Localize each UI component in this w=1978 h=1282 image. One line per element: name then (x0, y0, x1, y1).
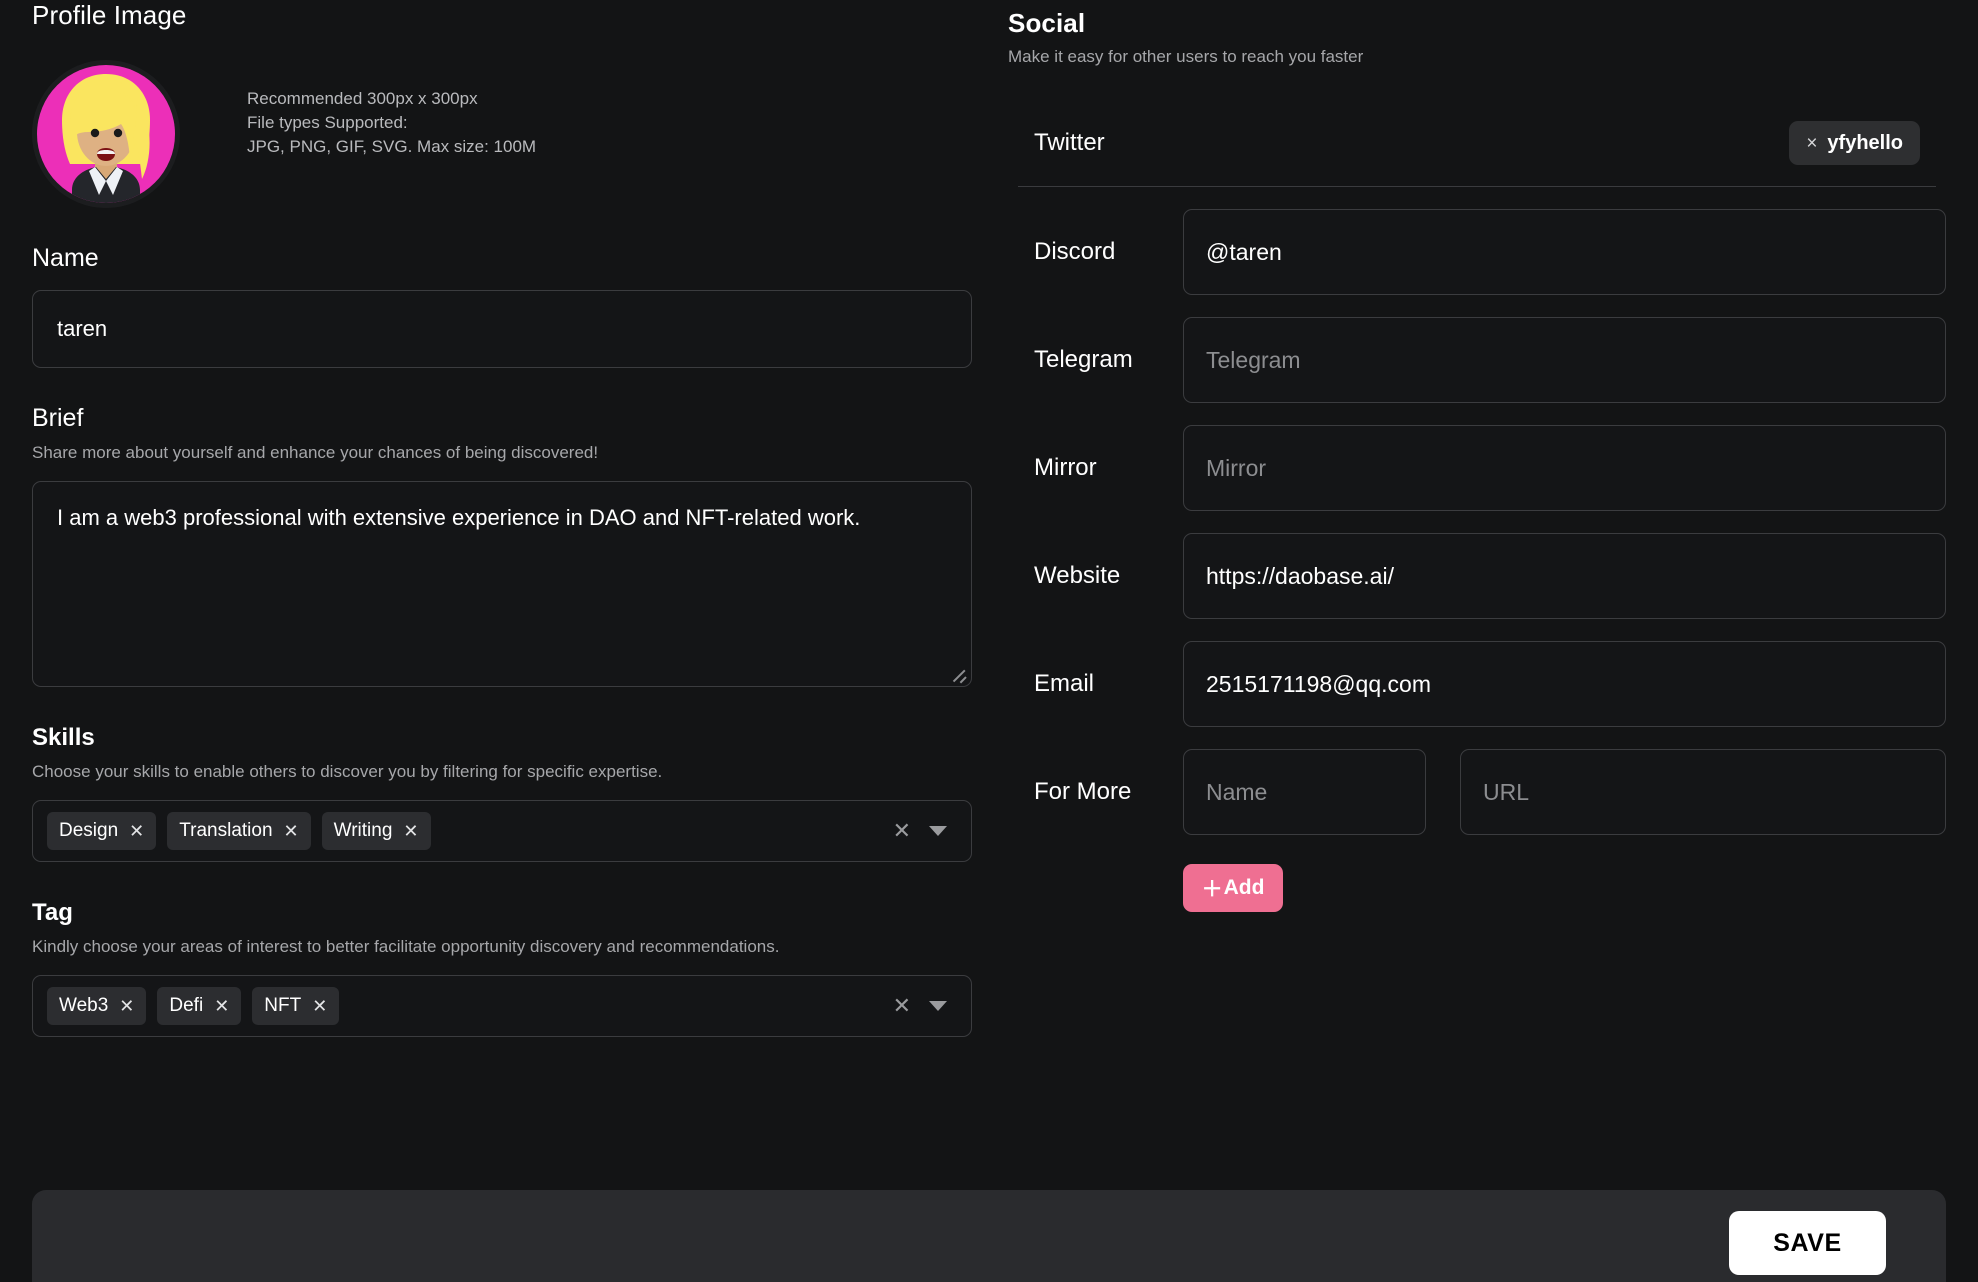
twitter-label: Twitter (1034, 129, 1105, 157)
profile-image-hints: Recommended 300px x 300px File types Sup… (247, 87, 536, 159)
profile-image-title: Profile Image (32, 0, 972, 30)
skills-chip-list: Design ✕ Translation ✕ Writing ✕ (47, 812, 893, 850)
social-row-twitter: Twitter × yfyhello (1008, 106, 1946, 180)
brief-textarea-value: I am a web3 professional with extensive … (57, 505, 860, 530)
chevron-down-icon[interactable] (929, 826, 947, 836)
avatar-illustration (32, 60, 180, 208)
clear-all-icon[interactable]: ✕ (893, 995, 911, 1017)
plus-icon: ＋ (1202, 873, 1223, 903)
save-button[interactable]: SAVE (1729, 1211, 1886, 1275)
brief-help: Share more about yourself and enhance yo… (32, 442, 972, 464)
chip-label: Web3 (59, 995, 108, 1017)
chip-label: Design (59, 820, 118, 842)
social-row-for-more: For More Name URL (1008, 749, 1946, 835)
telegram-label: Telegram (1008, 346, 1183, 374)
avatar[interactable] (32, 60, 180, 208)
name-input[interactable]: taren (32, 290, 972, 368)
clear-all-icon[interactable]: ✕ (893, 820, 911, 842)
resize-handle-icon[interactable] (949, 664, 967, 682)
twitter-handle-label: yfyhello (1827, 132, 1903, 155)
website-input[interactable]: https://daobase.ai/ (1183, 533, 1946, 619)
close-icon[interactable]: ✕ (312, 997, 327, 1015)
add-button-label: Add (1224, 876, 1265, 900)
mirror-label: Mirror (1008, 454, 1183, 482)
close-icon[interactable]: ✕ (214, 997, 229, 1015)
hint-file-types-list: JPG, PNG, GIF, SVG. Max size: 100M (247, 135, 536, 159)
for-more-url-input[interactable]: URL (1460, 749, 1946, 835)
divider (1018, 186, 1936, 187)
skills-field-group: Skills Choose your skills to enable othe… (32, 723, 972, 862)
skills-select-actions: ✕ (893, 820, 947, 842)
chip[interactable]: Translation ✕ (167, 812, 310, 850)
name-label: Name (32, 244, 972, 273)
social-row-telegram: Telegram Telegram (1008, 317, 1946, 403)
discord-input[interactable]: @taren (1183, 209, 1946, 295)
left-column: Profile Image (32, 0, 972, 1037)
name-field-group: Name taren (32, 244, 972, 368)
email-input[interactable]: 2515171198@qq.com (1183, 641, 1946, 727)
for-more-inputs: Name URL (1183, 749, 1946, 835)
chip[interactable]: NFT ✕ (252, 987, 339, 1025)
footer-action-bar: SAVE (32, 1190, 1946, 1282)
social-subtitle: Make it easy for other users to reach yo… (1008, 46, 1946, 68)
social-title: Social (1008, 8, 1946, 38)
brief-label: Brief (32, 404, 972, 433)
brief-textarea[interactable]: I am a web3 professional with extensive … (32, 481, 972, 687)
social-row-website: Website https://daobase.ai/ (1008, 533, 1946, 619)
tag-chip-list: Web3 ✕ Defi ✕ NFT ✕ (47, 987, 893, 1025)
chip-label: NFT (264, 995, 301, 1017)
close-icon[interactable]: ✕ (403, 822, 418, 840)
add-social-button[interactable]: ＋ Add (1183, 864, 1283, 912)
email-label: Email (1008, 670, 1183, 698)
chip-label: Writing (334, 820, 393, 842)
tag-field-group: Tag Kindly choose your areas of interest… (32, 898, 972, 1037)
telegram-input[interactable]: Telegram (1183, 317, 1946, 403)
close-icon[interactable]: ✕ (119, 997, 134, 1015)
chip-label: Defi (169, 995, 203, 1017)
brief-field-group: Brief Share more about yourself and enha… (32, 404, 972, 687)
profile-image-block: Recommended 300px x 300px File types Sup… (32, 60, 972, 208)
chip[interactable]: Writing ✕ (322, 812, 431, 850)
skills-label: Skills (32, 723, 972, 752)
tag-help: Kindly choose your areas of interest to … (32, 936, 972, 958)
tag-select[interactable]: Web3 ✕ Defi ✕ NFT ✕ ✕ (32, 975, 972, 1037)
for-more-name-input[interactable]: Name (1183, 749, 1426, 835)
tag-label: Tag (32, 898, 972, 927)
close-icon[interactable]: × (1806, 134, 1817, 153)
hint-file-types: File types Supported: (247, 111, 536, 135)
tag-select-actions: ✕ (893, 995, 947, 1017)
social-row-email: Email 2515171198@qq.com (1008, 641, 1946, 727)
discord-label: Discord (1008, 238, 1183, 266)
profile-settings-page: Profile Image (0, 0, 1978, 1282)
social-row-discord: Discord @taren (1008, 209, 1946, 295)
website-label: Website (1008, 562, 1183, 590)
chip[interactable]: Defi ✕ (157, 987, 241, 1025)
chip-label: Translation (179, 820, 272, 842)
close-icon[interactable]: ✕ (284, 822, 299, 840)
hint-recommended-size: Recommended 300px x 300px (247, 87, 536, 111)
social-header: Social Make it easy for other users to r… (1008, 8, 1946, 68)
skills-help: Choose your skills to enable others to d… (32, 761, 972, 783)
skills-select[interactable]: Design ✕ Translation ✕ Writing ✕ ✕ (32, 800, 972, 862)
chip[interactable]: Web3 ✕ (47, 987, 146, 1025)
chip[interactable]: Design ✕ (47, 812, 156, 850)
right-column: Social Make it easy for other users to r… (1008, 0, 1946, 912)
twitter-handle-chip[interactable]: × yfyhello (1789, 121, 1920, 165)
social-row-mirror: Mirror Mirror (1008, 425, 1946, 511)
close-icon[interactable]: ✕ (129, 822, 144, 840)
chevron-down-icon[interactable] (929, 1001, 947, 1011)
mirror-input[interactable]: Mirror (1183, 425, 1946, 511)
for-more-label: For More (1008, 778, 1183, 806)
